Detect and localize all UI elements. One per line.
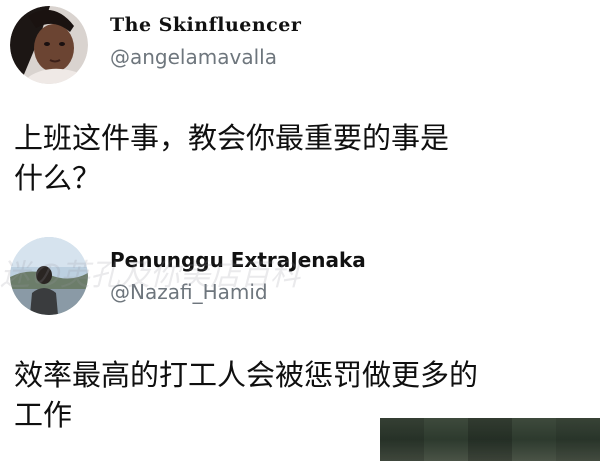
pixelated-image-corner [380,418,600,461]
tweet-text: 上班这件事，教会你最重要的事是 什么？ [14,118,574,198]
avatar[interactable] [10,237,88,315]
user-handle[interactable]: @angelamavalla [110,45,277,69]
avatar-photo [10,6,88,84]
user-handle[interactable]: @Nazafi_Hamid [110,280,268,304]
avatar-photo [10,237,88,315]
display-name[interactable]: The Skinfluencer [110,14,301,36]
display-name[interactable]: Penunggu ExtraJenaka [110,248,366,272]
avatar[interactable] [10,6,88,84]
tweet-text-line: 上班这件事，教会你最重要的事是 [14,121,450,155]
tweet-text-line: 什么？ [14,161,102,195]
tweet-text-line: 效率最高的打工人会被惩罚做更多的 [14,358,479,392]
